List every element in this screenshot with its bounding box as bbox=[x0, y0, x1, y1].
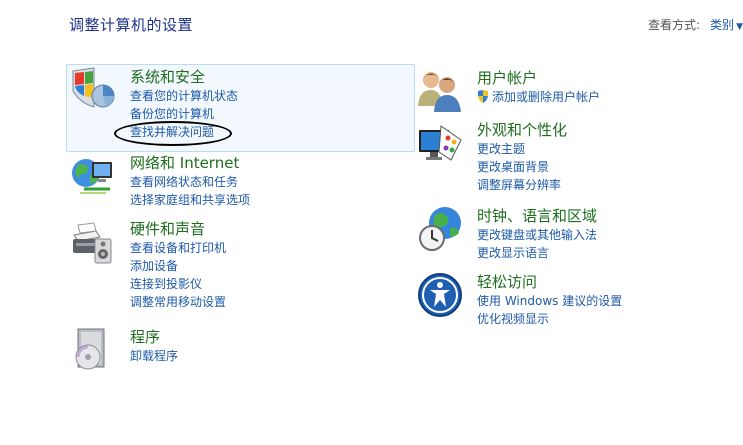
add-remove-accounts-label: 添加或删除用户帐户 bbox=[492, 90, 601, 104]
uac-shield-icon bbox=[477, 90, 489, 108]
shield-flag-icon[interactable] bbox=[70, 67, 116, 113]
change-background-link[interactable]: 更改桌面背景 bbox=[477, 158, 567, 176]
ease-of-access-link[interactable]: 轻松访问 bbox=[477, 272, 622, 292]
view-by: 查看方式: 类别 ▼ bbox=[648, 16, 743, 33]
globe-network-icon[interactable] bbox=[70, 153, 116, 199]
system-security-link[interactable]: 系统和安全 bbox=[130, 67, 238, 87]
programs-disc-icon[interactable] bbox=[70, 327, 116, 373]
clock-language-link[interactable]: 时钟、语言和区域 bbox=[477, 206, 597, 226]
add-device-link[interactable]: 添加设备 bbox=[130, 257, 226, 275]
view-network-status-link[interactable]: 查看网络状态和任务 bbox=[130, 173, 250, 191]
homegroup-sharing-link[interactable]: 选择家庭组和共享选项 bbox=[130, 191, 250, 209]
ease-of-access-icon[interactable] bbox=[417, 272, 463, 318]
chevron-down-icon[interactable]: ▼ bbox=[736, 22, 743, 32]
users-icon[interactable] bbox=[417, 68, 463, 114]
network-internet-link[interactable]: 网络和 Internet bbox=[130, 153, 250, 173]
programs-link[interactable]: 程序 bbox=[130, 327, 178, 347]
uninstall-program-link[interactable]: 卸载程序 bbox=[130, 347, 178, 365]
appearance-link[interactable]: 外观和个性化 bbox=[477, 120, 567, 140]
view-by-label: 查看方式: bbox=[648, 18, 701, 32]
clock-globe-icon[interactable] bbox=[417, 206, 463, 252]
view-computer-status-link[interactable]: 查看您的计算机状态 bbox=[130, 87, 238, 105]
page-title: 调整计算机的设置 bbox=[69, 16, 194, 34]
change-input-method-link[interactable]: 更改键盘或其他输入法 bbox=[477, 226, 597, 244]
connect-projector-link[interactable]: 连接到投影仪 bbox=[130, 275, 226, 293]
optimize-visual-display-link[interactable]: 优化视频显示 bbox=[477, 310, 622, 328]
printer-speaker-icon[interactable] bbox=[70, 219, 116, 265]
recommended-settings-link[interactable]: 使用 Windows 建议的设置 bbox=[477, 292, 622, 310]
change-theme-link[interactable]: 更改主题 bbox=[477, 140, 567, 158]
user-accounts-link[interactable]: 用户帐户 bbox=[477, 68, 600, 88]
mobility-settings-link[interactable]: 调整常用移动设置 bbox=[130, 293, 226, 311]
hardware-sound-link[interactable]: 硬件和声音 bbox=[130, 219, 226, 239]
screen-resolution-link[interactable]: 调整屏幕分辨率 bbox=[477, 176, 567, 194]
view-by-dropdown[interactable]: 类别 bbox=[710, 18, 734, 32]
devices-printers-link[interactable]: 查看设备和打印机 bbox=[130, 239, 226, 257]
monitor-palette-icon[interactable] bbox=[417, 120, 463, 166]
change-display-language-link[interactable]: 更改显示语言 bbox=[477, 244, 597, 262]
hover-highlight bbox=[66, 64, 415, 152]
add-remove-accounts-link[interactable]: 添加或删除用户帐户 bbox=[477, 88, 600, 108]
annotation-ellipse bbox=[114, 121, 232, 146]
